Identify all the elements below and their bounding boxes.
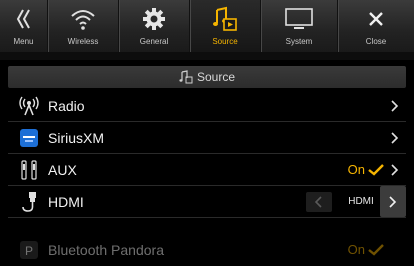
tab-wireless[interactable]: Wireless — [47, 0, 118, 52]
monitor-icon — [284, 5, 314, 33]
hdmi-cable-icon — [18, 191, 40, 213]
aux-label: AUX — [48, 161, 77, 178]
bluetooth-pandora-label: Bluetooth Pandora — [48, 242, 164, 258]
aux-jack-icon — [18, 159, 40, 181]
tab-general-label: General — [139, 37, 169, 46]
siriusxm-label: SiriusXM — [48, 129, 105, 146]
pandora-icon: P — [18, 239, 40, 261]
chevron-right-icon — [386, 163, 404, 176]
tab-close[interactable]: Close — [337, 0, 414, 52]
tab-wireless-label: Wireless — [67, 37, 99, 46]
list-item-radio[interactable]: Radio — [8, 90, 406, 122]
svg-text:P: P — [25, 244, 33, 258]
chevron-right-icon — [386, 99, 404, 112]
hdmi-prev-button[interactable] — [306, 191, 332, 212]
hdmi-next-button[interactable] — [380, 186, 406, 217]
radio-antenna-icon — [18, 95, 40, 117]
gear-icon — [142, 5, 166, 33]
top-tab-bar: Menu Wireless General Source System Clos… — [0, 0, 414, 52]
close-icon — [367, 5, 385, 33]
list-item-bluetooth-pandora[interactable]: P Bluetooth Pandora On — [8, 234, 406, 266]
hdmi-label: HDMI — [48, 193, 84, 210]
tab-menu[interactable]: Menu — [0, 0, 47, 52]
music-note-icon — [212, 5, 238, 33]
list-item-siriusxm[interactable]: SiriusXM — [8, 122, 406, 154]
siriusxm-icon — [18, 127, 40, 149]
wireless-icon — [69, 5, 97, 33]
divider — [0, 52, 414, 60]
page-title-bar: Source — [8, 66, 406, 88]
checkmark-icon[interactable] — [368, 163, 384, 176]
chevron-right-icon — [386, 131, 404, 144]
chevron-left-icon — [315, 195, 322, 208]
tab-general[interactable]: General — [118, 0, 189, 52]
page-title: Source — [196, 70, 236, 84]
tab-system[interactable]: System — [260, 0, 337, 52]
chevron-right-icon — [389, 195, 397, 208]
tab-source-label: Source — [212, 37, 238, 46]
music-source-icon — [179, 70, 193, 84]
checkmark-icon[interactable] — [368, 243, 384, 256]
menu-back-icon — [16, 5, 32, 33]
tab-source[interactable]: Source — [189, 0, 260, 52]
tab-menu-label: Menu — [13, 37, 34, 46]
aux-status-value: On — [347, 162, 365, 177]
tab-close-label: Close — [365, 37, 387, 46]
tab-system-label: System — [285, 37, 313, 46]
radio-label: Radio — [48, 97, 85, 114]
hdmi-selector: HDMI — [306, 186, 406, 217]
list-item-aux[interactable]: AUX On — [8, 154, 406, 186]
list-item-hdmi[interactable]: HDMI HDMI — [8, 186, 406, 218]
